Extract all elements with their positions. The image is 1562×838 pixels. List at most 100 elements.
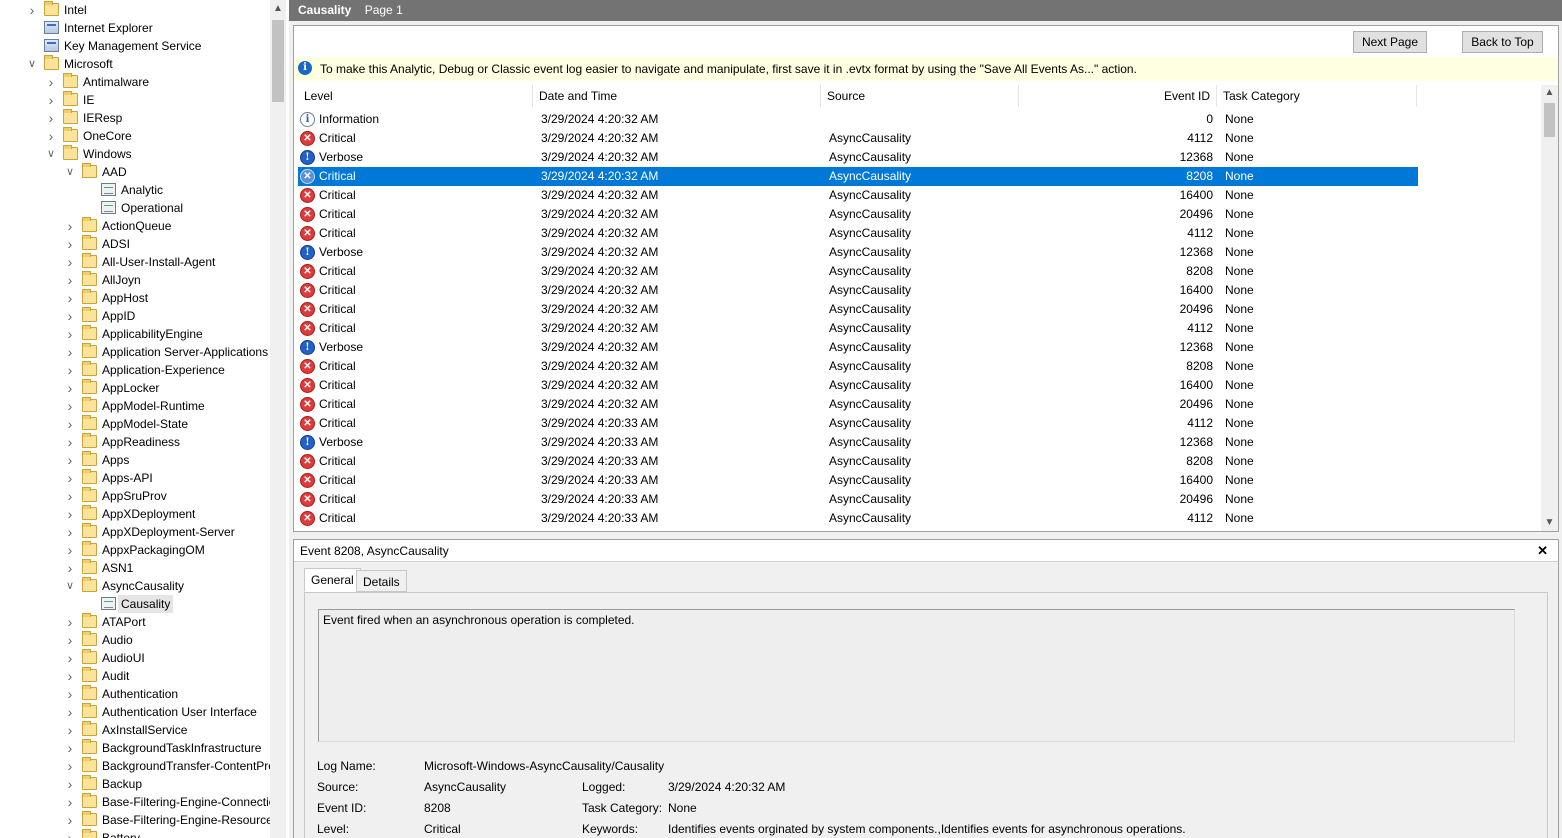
- tree-item[interactable]: Analytic: [0, 181, 270, 199]
- chevron-down-icon[interactable]: ∨: [64, 577, 76, 595]
- tree-item[interactable]: › Backup: [0, 775, 270, 793]
- tree-item[interactable]: › IEResp: [0, 109, 270, 127]
- tree-item[interactable]: › All-User-Install-Agent: [0, 253, 270, 271]
- event-row[interactable]: ✕ Critical 3/29/2024 4:20:32 AM AsyncCausal…: [298, 186, 1418, 205]
- event-row[interactable]: ! Verbose 3/29/2024 4:20:33 AM AsyncCausali…: [298, 433, 1418, 452]
- tree-item[interactable]: › Application-Experience: [0, 361, 270, 379]
- chevron-right-icon[interactable]: ›: [64, 505, 76, 523]
- tree-item[interactable]: › ActionQueue: [0, 217, 270, 235]
- event-row[interactable]: ✕ Critical 3/29/2024 4:20:32 AM AsyncCausal…: [298, 167, 1418, 186]
- chevron-right-icon[interactable]: ›: [64, 343, 76, 361]
- event-row[interactable]: ✕ Critical 3/29/2024 4:20:33 AM AsyncCausal…: [298, 471, 1418, 490]
- chevron-right-icon[interactable]: ›: [64, 649, 76, 667]
- column-header-source[interactable]: Source: [821, 85, 1019, 107]
- chevron-right-icon[interactable]: ›: [45, 73, 57, 91]
- event-grid-scrollbar[interactable]: ▲ ▼: [1541, 85, 1558, 531]
- tree-item[interactable]: Key Management Service: [0, 37, 270, 55]
- tree-item[interactable]: Internet Explorer: [0, 19, 270, 37]
- tree-item[interactable]: › Apps: [0, 451, 270, 469]
- tree-item[interactable]: › AxInstallService: [0, 721, 270, 739]
- tree-item[interactable]: › Apps-API: [0, 469, 270, 487]
- chevron-right-icon[interactable]: ›: [64, 541, 76, 559]
- tree-item[interactable]: Operational: [0, 199, 270, 217]
- tree-item[interactable]: › Authentication: [0, 685, 270, 703]
- tree-scrollbar[interactable]: ▲: [270, 0, 286, 838]
- chevron-right-icon[interactable]: ›: [64, 793, 76, 811]
- tree-item[interactable]: ∨ AAD: [0, 163, 270, 181]
- tree-item[interactable]: › AppXDeployment-Server: [0, 523, 270, 541]
- tree-item[interactable]: › ApplicabilityEngine: [0, 325, 270, 343]
- scroll-up-icon[interactable]: ▲: [270, 0, 286, 18]
- chevron-right-icon[interactable]: ›: [26, 1, 38, 19]
- chevron-right-icon[interactable]: ›: [64, 469, 76, 487]
- tree-item[interactable]: › Audit: [0, 667, 270, 685]
- chevron-down-icon[interactable]: ∨: [64, 163, 76, 181]
- tree-item[interactable]: › AppModel-State: [0, 415, 270, 433]
- tree-item[interactable]: › Battery: [0, 829, 270, 838]
- event-row[interactable]: ✕ Critical 3/29/2024 4:20:33 AM AsyncCausal…: [298, 452, 1418, 471]
- chevron-right-icon[interactable]: ›: [64, 451, 76, 469]
- chevron-right-icon[interactable]: ›: [64, 379, 76, 397]
- event-row[interactable]: ✕ Critical 3/29/2024 4:20:32 AM AsyncCausal…: [298, 319, 1418, 338]
- chevron-right-icon[interactable]: ›: [64, 307, 76, 325]
- column-header-level[interactable]: Level: [298, 85, 533, 107]
- tree-item[interactable]: ∨ Windows: [0, 145, 270, 163]
- tab-general[interactable]: General: [304, 568, 361, 592]
- tree-item[interactable]: ∨ Microsoft: [0, 55, 270, 73]
- tree-item[interactable]: › Audio: [0, 631, 270, 649]
- event-row[interactable]: ✕ Critical 3/29/2024 4:20:32 AM AsyncCausal…: [298, 224, 1418, 243]
- tree-item[interactable]: › AppXDeployment: [0, 505, 270, 523]
- tree-item[interactable]: › AppHost: [0, 289, 270, 307]
- back-to-top-button[interactable]: Back to Top: [1462, 31, 1543, 53]
- tree-item[interactable]: › AppReadiness: [0, 433, 270, 451]
- event-row[interactable]: ✕ Critical 3/29/2024 4:20:32 AM AsyncCausal…: [298, 300, 1418, 319]
- tree-scroll-thumb[interactable]: [272, 20, 284, 102]
- chevron-right-icon[interactable]: ›: [64, 253, 76, 271]
- chevron-right-icon[interactable]: ›: [64, 235, 76, 253]
- tree-item[interactable]: › AppModel-Runtime: [0, 397, 270, 415]
- chevron-right-icon[interactable]: ›: [45, 109, 57, 127]
- chevron-right-icon[interactable]: ›: [64, 775, 76, 793]
- event-row[interactable]: ✕ Critical 3/29/2024 4:20:32 AM AsyncCausal…: [298, 395, 1418, 414]
- chevron-right-icon[interactable]: ›: [64, 613, 76, 631]
- column-header-task-category[interactable]: Task Category: [1217, 85, 1417, 107]
- event-row[interactable]: ✕ Critical 3/29/2024 4:20:33 AM AsyncCausal…: [298, 509, 1418, 528]
- tree-item[interactable]: › Antimalware: [0, 73, 270, 91]
- tree-item[interactable]: › Base-Filtering-Engine-Resource-Flows: [0, 811, 286, 829]
- event-row[interactable]: ! Verbose 3/29/2024 4:20:32 AM AsyncCausali…: [298, 148, 1418, 167]
- chevron-right-icon[interactable]: ›: [64, 361, 76, 379]
- close-icon[interactable]: ✕: [1537, 540, 1548, 562]
- tree-item[interactable]: Causality: [0, 595, 270, 613]
- chevron-right-icon[interactable]: ›: [64, 811, 76, 829]
- chevron-down-icon[interactable]: ∨: [26, 55, 38, 73]
- tree-item[interactable]: › AppLocker: [0, 379, 270, 397]
- chevron-right-icon[interactable]: ›: [64, 487, 76, 505]
- event-row[interactable]: ✕ Critical 3/29/2024 4:20:32 AM AsyncCausal…: [298, 281, 1418, 300]
- event-row[interactable]: ✕ Critical 3/29/2024 4:20:32 AM AsyncCausal…: [298, 262, 1418, 281]
- tree-item[interactable]: › AllJoyn: [0, 271, 270, 289]
- event-row[interactable]: i Information 3/29/2024 4:20:32 AM 0 None: [298, 110, 1418, 129]
- tree-item[interactable]: › Intel: [0, 1, 270, 19]
- tree-item[interactable]: › ATAPort: [0, 613, 270, 631]
- tree-item[interactable]: › Application Server-Applications: [0, 343, 270, 361]
- tree-item[interactable]: › ADSI: [0, 235, 270, 253]
- event-grid-scroll-thumb[interactable]: [1544, 103, 1555, 137]
- tree-item[interactable]: › ASN1: [0, 559, 270, 577]
- event-row[interactable]: ✕ Critical 3/29/2024 4:20:33 AM AsyncCausal…: [298, 490, 1418, 509]
- chevron-right-icon[interactable]: ›: [64, 325, 76, 343]
- chevron-right-icon[interactable]: ›: [64, 433, 76, 451]
- chevron-right-icon[interactable]: ›: [64, 739, 76, 757]
- tree-item[interactable]: ∨ AsyncCausality: [0, 577, 270, 595]
- chevron-right-icon[interactable]: ›: [64, 757, 76, 775]
- chevron-right-icon[interactable]: ›: [64, 631, 76, 649]
- tree-item[interactable]: › AppxPackagingOM: [0, 541, 270, 559]
- event-row[interactable]: ! Verbose 3/29/2024 4:20:32 AM AsyncCausali…: [298, 338, 1418, 357]
- tree-item[interactable]: › OneCore: [0, 127, 270, 145]
- chevron-right-icon[interactable]: ›: [64, 289, 76, 307]
- tree-item[interactable]: › AudioUI: [0, 649, 270, 667]
- chevron-down-icon[interactable]: ∨: [45, 145, 57, 163]
- event-row[interactable]: ! Verbose 3/29/2024 4:20:32 AM AsyncCausali…: [298, 243, 1418, 262]
- event-row[interactable]: ✕ Critical 3/29/2024 4:20:32 AM AsyncCausal…: [298, 205, 1418, 224]
- chevron-right-icon[interactable]: ›: [64, 667, 76, 685]
- chevron-right-icon[interactable]: ›: [64, 415, 76, 433]
